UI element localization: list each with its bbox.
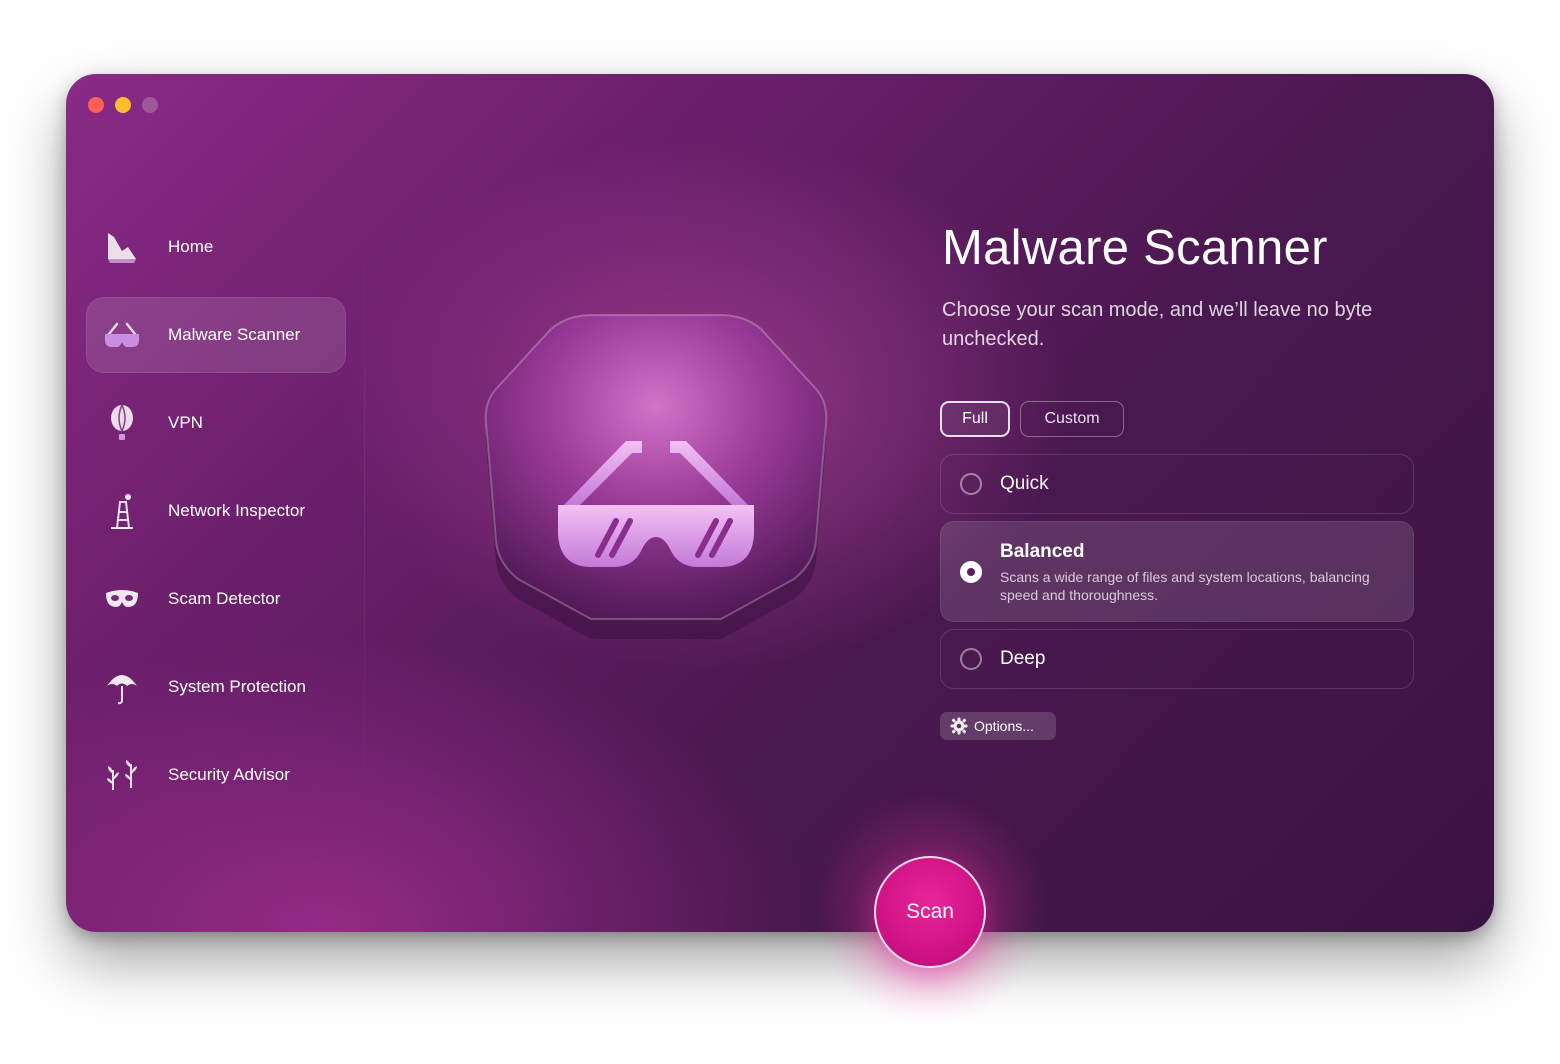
sidebar-item-label: VPN [168,413,203,432]
sidebar-item-label: Scam Detector [168,589,281,608]
sidebar-item-vpn[interactable]: VPN [86,385,346,461]
radio-quick[interactable] [960,473,982,495]
option-label: Balanced [1000,541,1085,562]
glasses-icon [102,315,142,355]
app-window: Home Malware Scanner VPN Network Inspect… [66,74,1494,932]
plant-icon [102,755,142,795]
sunglasses-icon [476,309,836,639]
radio-balanced[interactable] [960,561,982,583]
page-subtitle: Choose your scan mode, and we’ll leave n… [942,299,1373,350]
sidebar-item-malware-scanner[interactable]: Malware Scanner [86,297,346,373]
radio-deep[interactable] [960,648,982,670]
sidebar-item-label: System Protection [168,677,306,696]
scan-option-quick[interactable]: Quick [940,454,1414,514]
scan-option-deep[interactable]: Deep [940,629,1414,689]
tower-icon [102,491,142,531]
close-window-button[interactable] [88,97,104,113]
options-button[interactable]: Options... [940,712,1056,740]
sidebar-divider [364,214,365,814]
page-title: Malware Scanner [942,221,1328,275]
gear-icon [950,717,968,735]
sidebar-item-label: Home [168,237,214,256]
sidebar-item-system-protection[interactable]: System Protection [86,649,346,725]
option-label: Quick [1000,473,1049,494]
umbrella-icon [102,667,142,707]
minimize-window-button[interactable] [115,97,131,113]
tab-full[interactable]: Full [940,401,1010,437]
sidebar-item-label: Security Advisor [168,765,290,784]
sidebar-item-home[interactable]: Home [86,209,346,285]
home-icon [102,227,142,267]
scan-option-balanced[interactable]: Balanced Scans a wide range of files and… [940,521,1414,622]
sidebar-item-scam-detector[interactable]: Scam Detector [86,561,346,637]
options-label: Options... [974,718,1034,734]
zoom-window-button[interactable] [142,97,158,113]
sidebar-item-label: Network Inspector [168,501,305,520]
sidebar-item-network-inspector[interactable]: Network Inspector [86,473,346,549]
sidebar-item-label: Malware Scanner [168,325,301,344]
option-description: Scans a wide range of files and system l… [1000,569,1370,603]
scan-button[interactable]: Scan [874,856,986,968]
option-label: Deep [1000,648,1046,669]
tab-custom[interactable]: Custom [1020,401,1124,437]
mask-icon [102,579,142,619]
sidebar-item-security-advisor[interactable]: Security Advisor [86,737,346,813]
balloon-icon [102,403,142,443]
